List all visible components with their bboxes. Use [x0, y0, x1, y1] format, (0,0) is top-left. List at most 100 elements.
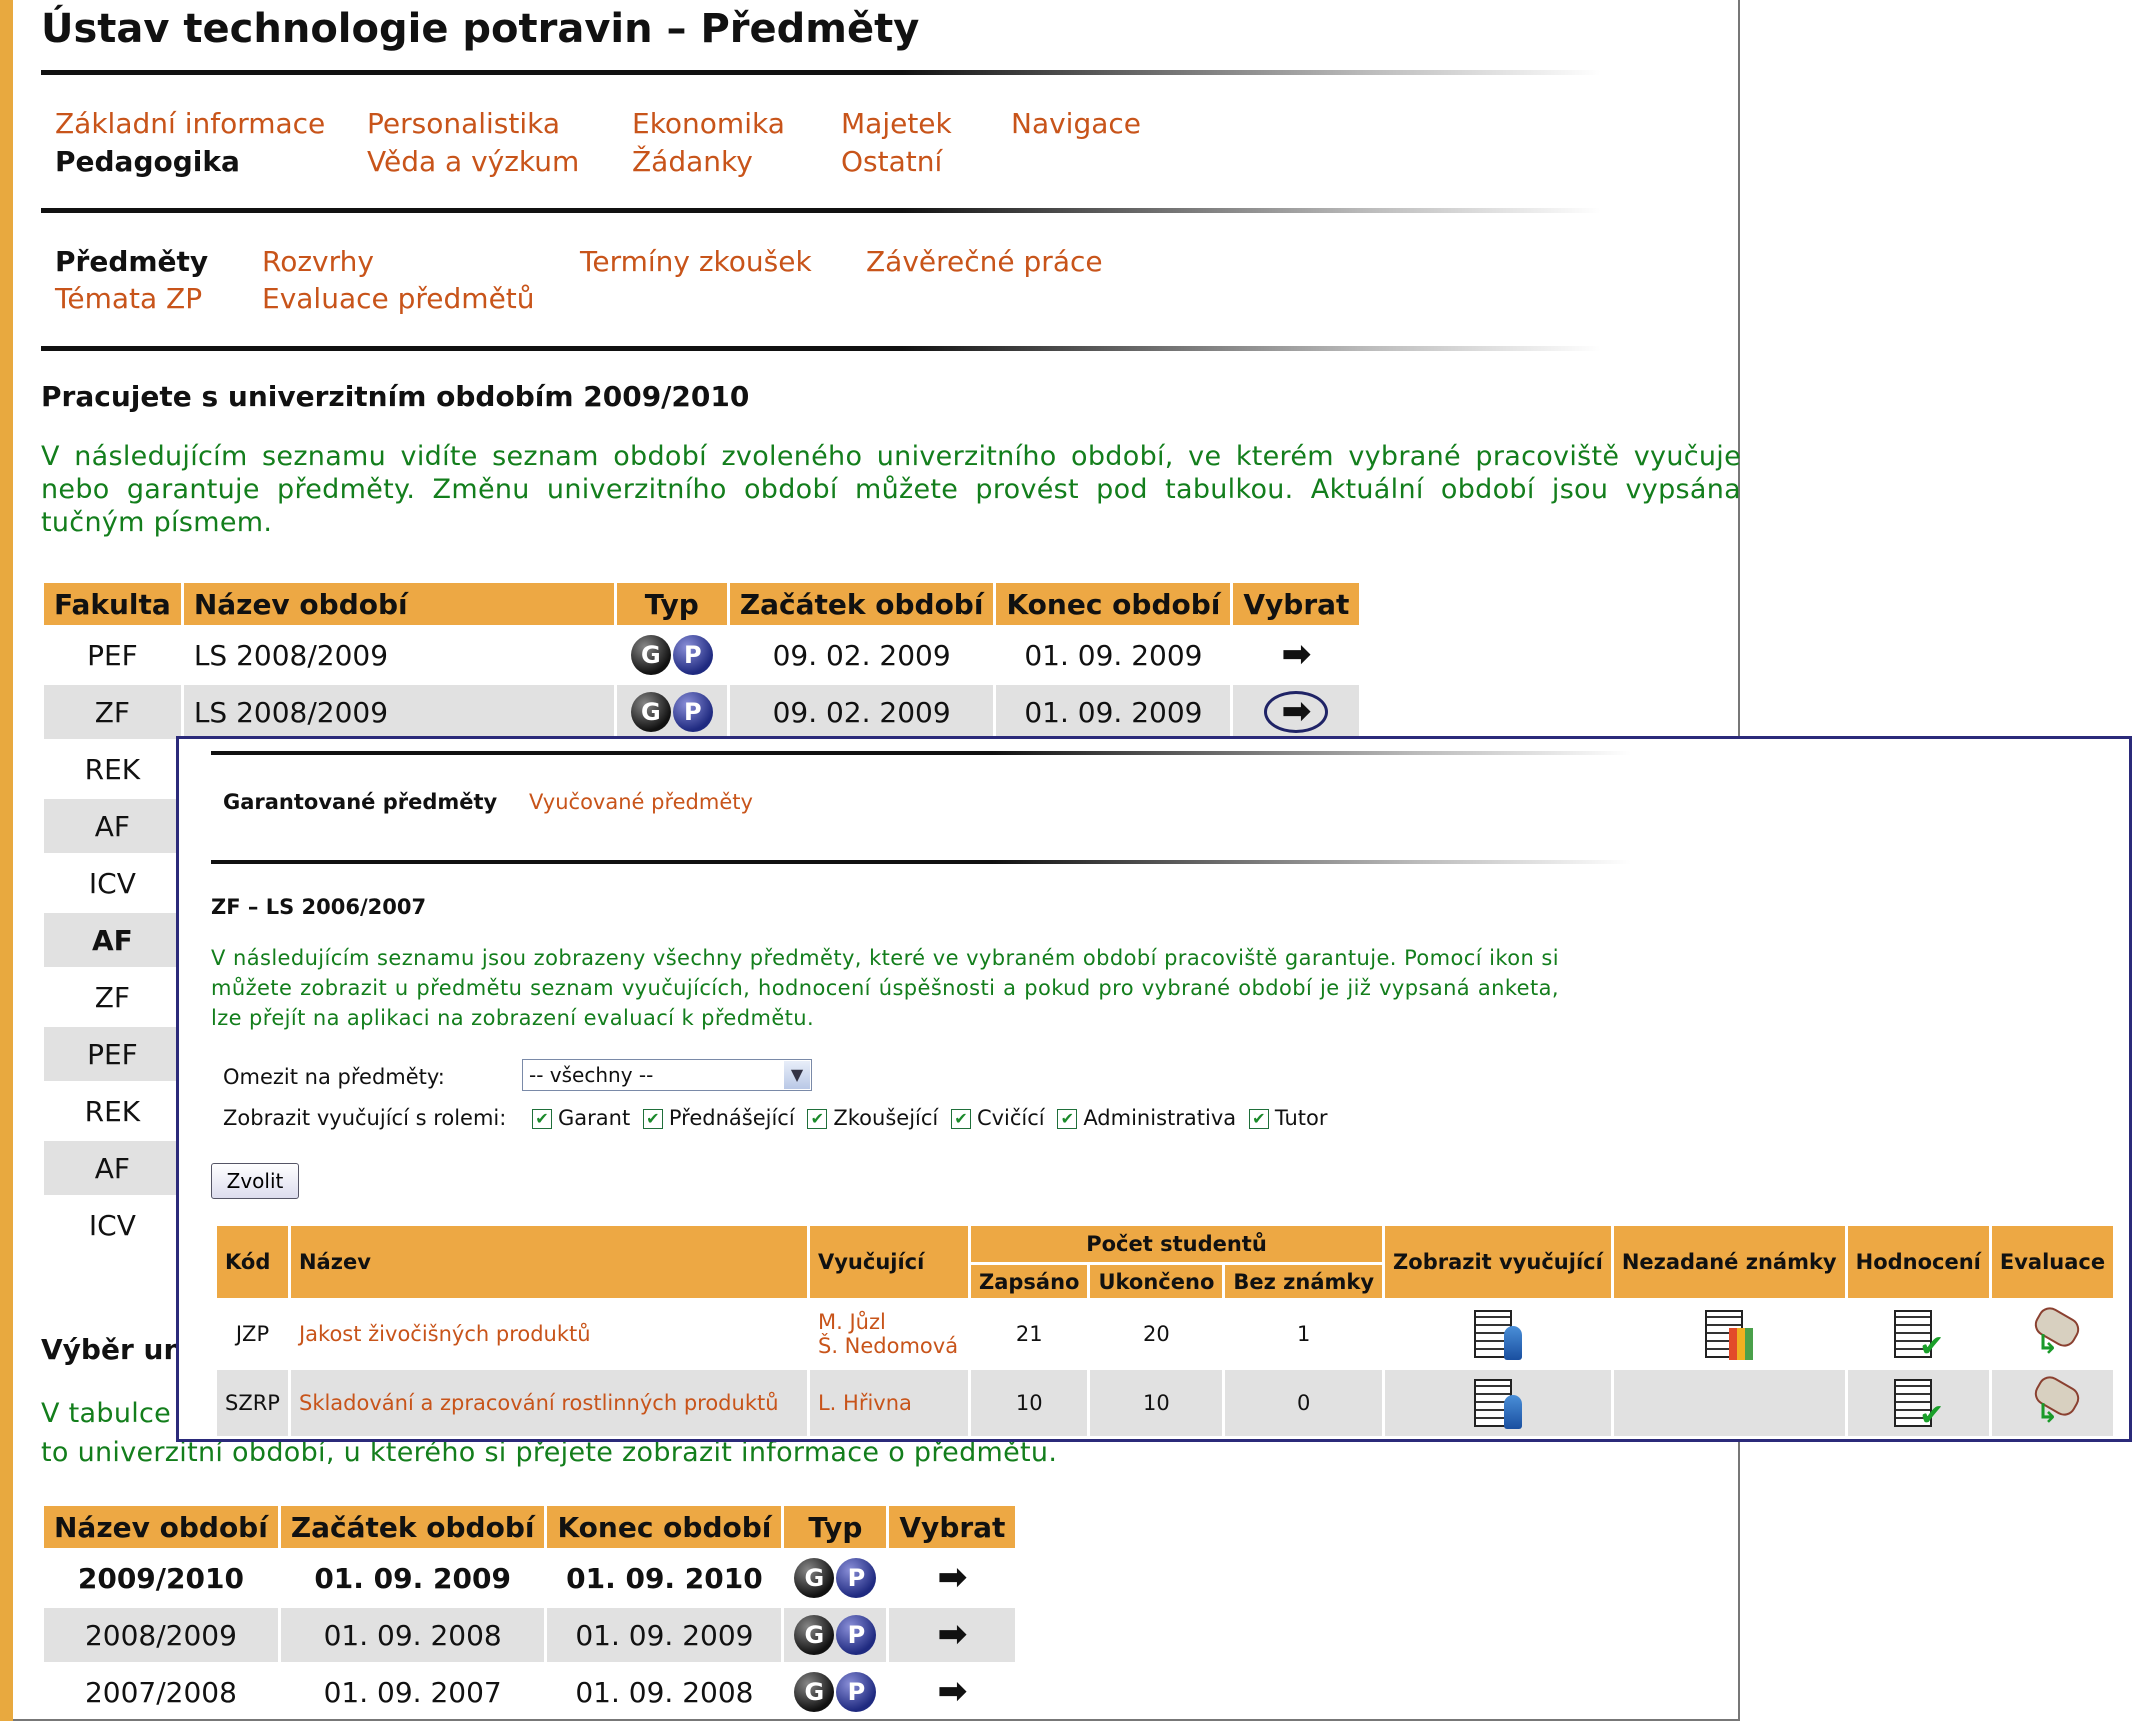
col-zacatek: Začátek období — [280, 1506, 545, 1548]
menu-veda-a-vyzkum[interactable]: Věda a výzkum — [367, 145, 579, 178]
cell-nazev: Jakost živočišných produktů — [291, 1301, 807, 1367]
submenu-terminy-zkousek[interactable]: Termíny zkoušek — [580, 245, 812, 278]
cell-zapsano: 21 — [1015, 1322, 1043, 1346]
col-vybrat: Vybrat — [889, 1506, 1016, 1548]
cell-ukonceno: 20 — [1143, 1322, 1170, 1346]
select-arrow-icon[interactable]: ➡ — [937, 1617, 967, 1653]
period-intro: V následujícím seznamu vidíte seznam obd… — [41, 441, 1741, 538]
menu-majetek[interactable]: Majetek — [841, 107, 952, 140]
cell-zacatek: 01. 09. 2009 — [314, 1561, 511, 1595]
subject-link[interactable]: Skladování a zpracování rostlinných prod… — [299, 1391, 779, 1415]
table-row: ZF LS 2008/2009 GP 09. 02. 2009 01. 09. … — [44, 685, 1360, 739]
cell-kod: SZRP — [217, 1370, 288, 1436]
divider — [41, 346, 1601, 351]
g-type-icon: G — [794, 1672, 835, 1712]
teachers-list-icon[interactable] — [1473, 1377, 1522, 1429]
select-arrow-icon[interactable]: ➡ — [937, 1674, 967, 1710]
cell-evaluace: ↳ — [1991, 1370, 2114, 1436]
cell-vybrat: ➡ — [889, 1551, 1015, 1605]
table-row: 2009/2010 01. 09. 2009 01. 09. 2010 GP ➡ — [44, 1551, 1015, 1605]
submenu-evaluace-predmetu[interactable]: Evaluace předmětů — [262, 282, 535, 315]
menu-ostatni[interactable]: Ostatní — [841, 145, 942, 178]
select-arrow-icon-highlighted[interactable]: ➡ — [1264, 691, 1329, 733]
subjects-popup: Garantované předměty Vyučované předměty … — [176, 736, 2132, 1442]
checkbox-cvicici[interactable]: ✔ — [950, 1109, 971, 1129]
evaluation-scroll-icon[interactable]: ↳ — [2029, 1303, 2084, 1360]
subject-link[interactable]: Jakost živočišných produktů — [299, 1322, 591, 1346]
p-type-icon: P — [836, 1672, 877, 1712]
cell-fakulta: REK — [84, 1094, 141, 1128]
p-type-icon: P — [836, 1615, 877, 1655]
role-label: Administrativa — [1083, 1106, 1237, 1130]
cell-nazev: LS 2008/2009 — [183, 685, 614, 739]
table-row: 2008/2009 01. 09. 2008 01. 09. 2009 GP ➡ — [44, 1608, 1016, 1662]
submenu-temata-zp[interactable]: Témata ZP — [55, 282, 202, 315]
checkbox-prednasejici[interactable]: ✔ — [642, 1109, 663, 1129]
table-row: 2007/2008 01. 09. 2007 01. 09. 2008 GP ➡ — [44, 1665, 1015, 1719]
cell-konec: 01. 09. 2009 — [547, 1608, 782, 1662]
tab-vyucovane-predmety[interactable]: Vyučované předměty — [529, 790, 753, 814]
roles-label: Zobrazit vyučující s rolemi: — [223, 1106, 507, 1130]
checkbox-tutor[interactable]: ✔ — [1248, 1109, 1269, 1129]
cell-typ: GP — [616, 685, 727, 739]
col-bez-znamky: Bez známky — [1225, 1265, 1383, 1298]
menu-pedagogika-current[interactable]: Pedagogika — [55, 145, 240, 178]
subject-filter-select[interactable]: -- všechny -- ▼ — [522, 1059, 812, 1091]
period-heading: Pracujete s univerzitním obdobím 2009/20… — [41, 380, 750, 413]
cell-zacatek: 01. 09. 2007 — [323, 1675, 502, 1709]
cell-vyucujici: L. Hřivna — [809, 1370, 968, 1436]
years-table: Název období Začátek období Konec období… — [41, 1503, 1018, 1722]
cell-fakulta: AF — [44, 913, 181, 967]
col-fakulta: Fakulta — [44, 583, 181, 625]
cell-fakulta: AF — [44, 799, 181, 853]
select-value: -- všechny -- — [529, 1063, 654, 1087]
cell-ukonceno: 10 — [1090, 1370, 1223, 1436]
cell-zobrazit-vyucujici — [1385, 1370, 1611, 1436]
checkbox-administrativa[interactable]: ✔ — [1057, 1109, 1078, 1129]
tab-garantovane-predmety[interactable]: Garantované předměty — [223, 790, 497, 814]
checkbox-garant[interactable]: ✔ — [532, 1109, 552, 1129]
g-type-icon: G — [630, 635, 671, 675]
year-select-heading: Výběr un — [41, 1333, 184, 1366]
filter-label: Omezit na předměty: — [223, 1065, 445, 1089]
submenu-predmety-current[interactable]: Předměty — [55, 245, 208, 278]
cell-vybrat: ➡ — [889, 1665, 1015, 1719]
cell-kod: JZP — [235, 1322, 270, 1346]
submit-button[interactable]: Zvolit — [211, 1163, 299, 1199]
chevron-down-icon[interactable]: ▼ — [784, 1061, 810, 1089]
evaluation-check-icon[interactable]: ✔ — [1894, 1377, 1944, 1431]
select-arrow-icon[interactable]: ➡ — [937, 1560, 967, 1596]
checkbox-zkousejici[interactable]: ✔ — [807, 1109, 828, 1129]
cell-typ: GP — [784, 1665, 886, 1719]
teacher-link[interactable]: L. Hřivna — [818, 1391, 912, 1415]
select-arrow-icon[interactable]: ➡ — [1281, 637, 1311, 673]
p-type-icon: P — [672, 692, 713, 732]
submenu-rozvrhy[interactable]: Rozvrhy — [262, 245, 374, 278]
evaluation-scroll-icon[interactable]: ↳ — [2029, 1372, 2084, 1429]
g-type-icon: G — [630, 692, 671, 732]
col-konec: Konec období — [547, 1506, 782, 1548]
role-label: Přednášející — [668, 1106, 795, 1130]
cell-konec: 01. 09. 2009 — [1024, 638, 1203, 672]
menu-zadanky[interactable]: Žádanky — [632, 145, 753, 178]
divider — [41, 70, 1601, 75]
teachers-list-icon[interactable] — [1473, 1308, 1522, 1360]
cell-nazev: Skladování a zpracování rostlinných prod… — [290, 1370, 807, 1436]
divider — [211, 860, 1631, 864]
menu-navigace[interactable]: Navigace — [1011, 107, 1141, 140]
evaluation-check-icon[interactable]: ✔ — [1894, 1308, 1944, 1362]
role-label: Cvičící — [976, 1106, 1045, 1130]
role-label: Zkoušející — [833, 1106, 939, 1130]
col-vybrat: Vybrat — [1233, 583, 1360, 625]
menu-personalistika[interactable]: Personalistika — [367, 107, 560, 140]
popup-intro: V následujícím seznamu jsou zobrazeny vš… — [211, 946, 1559, 1030]
teacher-link[interactable]: M. Jůzl — [818, 1310, 886, 1334]
teacher-link[interactable]: Š. Nedomová — [818, 1334, 958, 1358]
cell-fakulta: ZF — [44, 685, 181, 739]
subjects-table: Kód Název Vyučující Počet studentů Zobra… — [214, 1223, 2116, 1439]
submenu-zaverecne-prace[interactable]: Závěrečné práce — [866, 245, 1103, 278]
table-row: JZP Jakost živočišných produktů M. Jůzl Š… — [217, 1301, 2113, 1367]
menu-zakladni-informace[interactable]: Základní informace — [55, 107, 325, 140]
menu-ekonomika[interactable]: Ekonomika — [632, 107, 785, 140]
missing-grades-icon[interactable] — [1705, 1308, 1754, 1360]
